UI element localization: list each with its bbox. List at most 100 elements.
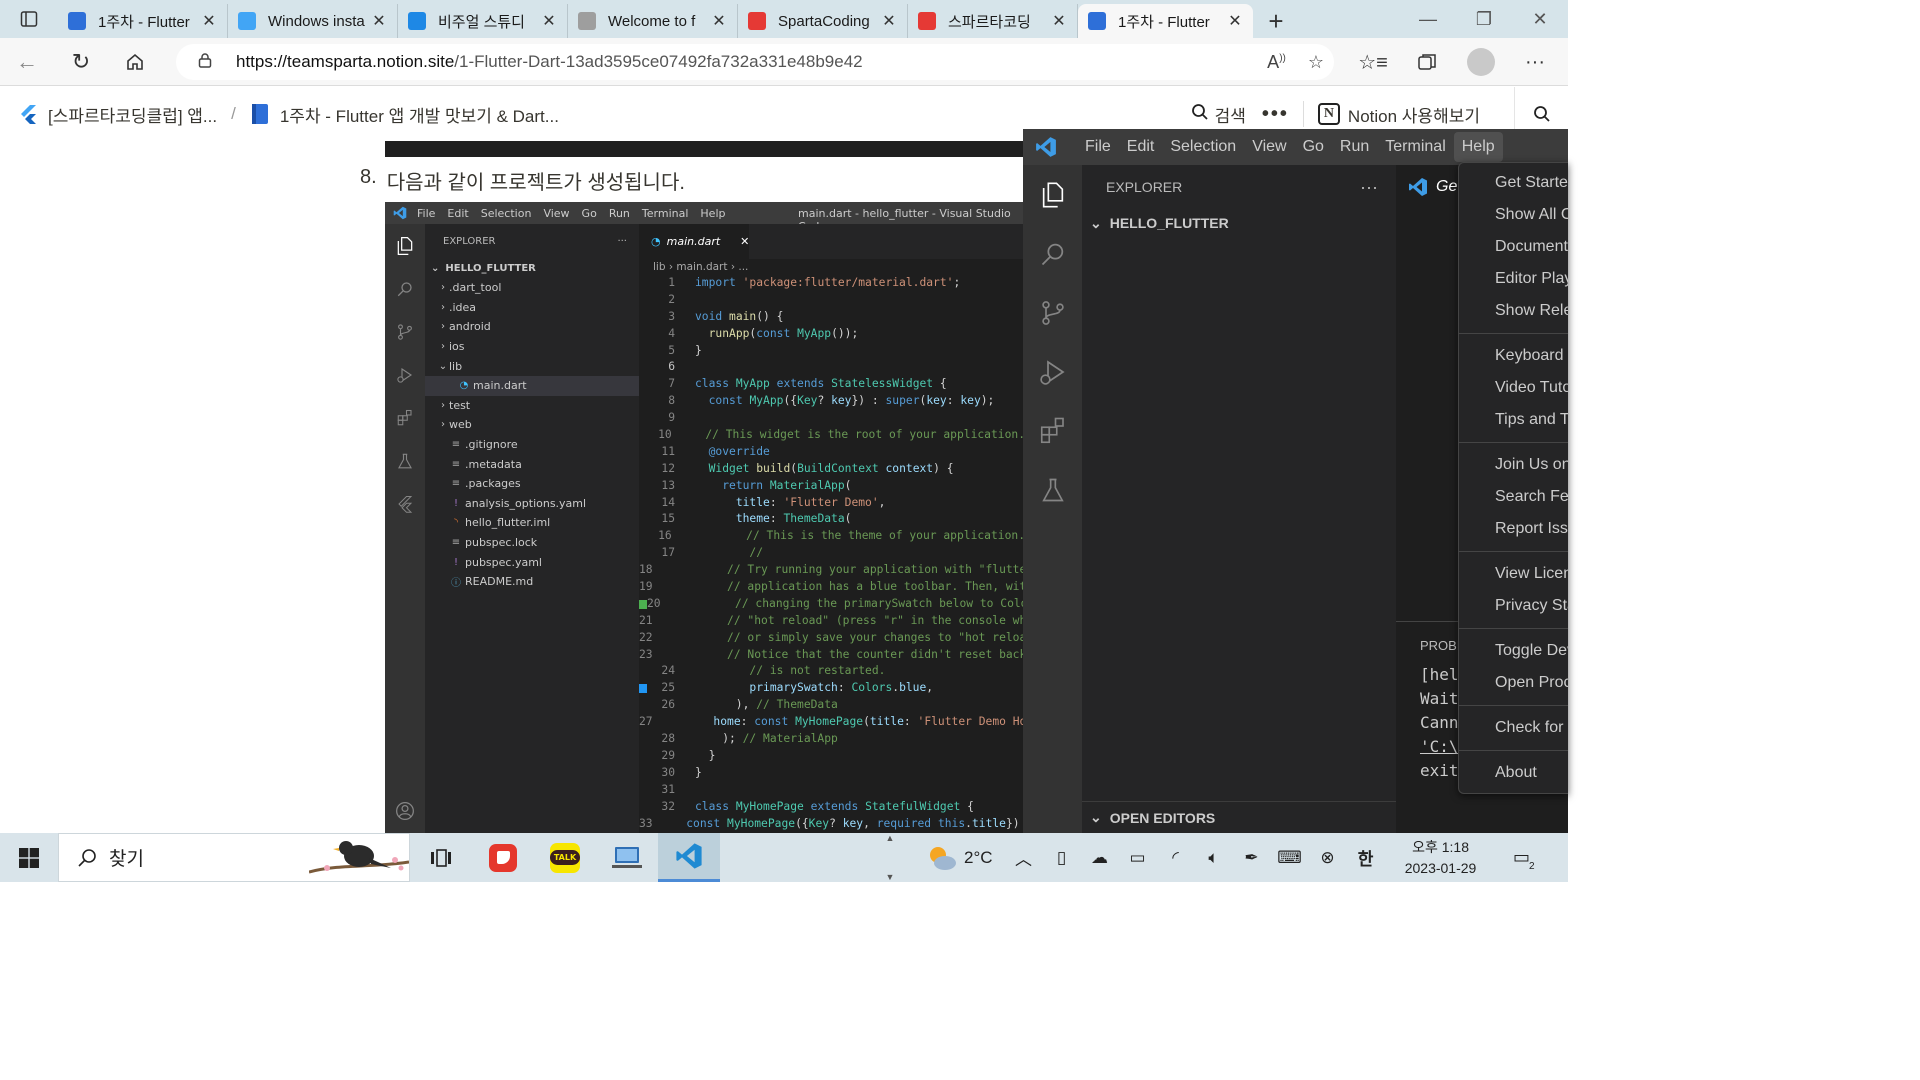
refresh-button[interactable]: ↻ bbox=[54, 38, 108, 86]
browser-tab[interactable]: Welcome to f ✕ bbox=[568, 4, 738, 38]
volume-button[interactable]: 🔈︎ bbox=[1195, 833, 1233, 882]
menu-help[interactable]: Help bbox=[1453, 132, 1503, 162]
taskbar-app-kakaotalk[interactable]: TALK bbox=[534, 833, 596, 882]
breadcrumb-item-2[interactable]: 1주차 - Flutter 앱 개발 맛보기 & Dart... bbox=[250, 102, 559, 127]
menu-run[interactable]: Run bbox=[1332, 132, 1377, 162]
tab-actions-button[interactable] bbox=[0, 0, 58, 38]
search-button[interactable] bbox=[1023, 224, 1082, 283]
help-menu-item[interactable]: View License bbox=[1459, 558, 1568, 590]
close-tab-icon[interactable]: ✕ bbox=[201, 11, 217, 31]
onedrive-button[interactable]: ☁ bbox=[1081, 833, 1119, 882]
network-button[interactable]: ◜ bbox=[1157, 833, 1195, 882]
breadcrumb-item-1[interactable]: [스파르타코딩클럽] 앱... bbox=[0, 102, 217, 127]
menu-selection[interactable]: Selection bbox=[1162, 132, 1244, 162]
taskbar-scroller[interactable]: ▲ ▼ bbox=[884, 833, 896, 882]
code-line: 4 runApp(const MyApp()); bbox=[639, 326, 1025, 343]
help-menu-item[interactable]: Documentation bbox=[1459, 231, 1568, 263]
run-debug-button[interactable] bbox=[1023, 342, 1082, 401]
project-folder-header[interactable]: ⌄ HELLO_FLUTTER bbox=[1082, 209, 1396, 237]
close-tab-icon[interactable]: ✕ bbox=[881, 11, 897, 31]
taskbar-search-box[interactable]: 찾기 bbox=[58, 833, 410, 882]
tree-item-label: .idea bbox=[449, 300, 477, 314]
help-menu-item[interactable]: Check for Updates... bbox=[1459, 712, 1568, 744]
tray-close-app-button[interactable]: ⊗ bbox=[1309, 833, 1347, 882]
help-menu-item[interactable]: Toggle Developer Tools bbox=[1459, 635, 1568, 667]
ime-button[interactable]: 한 bbox=[1347, 833, 1385, 882]
browser-tab[interactable]: 1주차 - Flutter ✕ bbox=[1078, 4, 1253, 38]
menu-edit[interactable]: Edit bbox=[1119, 132, 1163, 162]
help-menu-item[interactable]: Keyboard Shortcuts Reference bbox=[1459, 340, 1568, 372]
minimize-button[interactable]: — bbox=[1400, 0, 1456, 38]
address-bar[interactable]: https://teamsparta.notion.site/1-Flutter… bbox=[176, 44, 1334, 80]
show-hidden-icons-button[interactable]: ︿ bbox=[1005, 833, 1043, 882]
new-tab-button[interactable]: + bbox=[1253, 4, 1299, 38]
help-menu-item[interactable]: Show Release Notes bbox=[1459, 295, 1568, 327]
menu-terminal[interactable]: Terminal bbox=[1377, 132, 1453, 162]
help-menu-item[interactable]: Open Process Explorer bbox=[1459, 667, 1568, 699]
favorites-button[interactable]: ☆≡ bbox=[1346, 38, 1400, 86]
testing-button[interactable] bbox=[1023, 460, 1082, 519]
browser-tab[interactable]: 1주차 - Flutter ✕ bbox=[58, 4, 228, 38]
notion-search-button[interactable]: 검색 bbox=[1191, 102, 1246, 127]
notification-center-button[interactable]: ▭ 2 bbox=[1501, 833, 1543, 882]
gutter-marker bbox=[639, 731, 649, 748]
explorer-button[interactable] bbox=[1023, 165, 1082, 224]
project-name: HELLO_FLUTTER bbox=[1109, 215, 1229, 231]
help-menu-item[interactable]: About bbox=[1459, 757, 1568, 789]
help-menu-item[interactable]: Tips and Tricks bbox=[1459, 404, 1568, 436]
task-view-button[interactable] bbox=[410, 833, 472, 882]
line-number: 31 bbox=[661, 782, 675, 796]
taskbar-app-vscode[interactable] bbox=[658, 833, 720, 882]
close-tab-icon[interactable]: ✕ bbox=[371, 11, 387, 31]
keyboard-button[interactable]: ⌨ bbox=[1271, 833, 1309, 882]
add-favorite-icon[interactable]: ☆ bbox=[1308, 52, 1324, 73]
pen-button[interactable]: ✒ bbox=[1233, 833, 1271, 882]
gutter-marker bbox=[639, 697, 649, 714]
browser-tab[interactable]: 비주얼 스튜디 ✕ bbox=[398, 4, 568, 38]
extensions-button[interactable] bbox=[1023, 401, 1082, 460]
more-actions-icon[interactable]: ··· bbox=[1360, 177, 1378, 198]
line-number: 21 bbox=[639, 613, 653, 627]
help-menu-item[interactable]: Video Tutorials bbox=[1459, 372, 1568, 404]
close-tab-icon[interactable]: ✕ bbox=[541, 11, 557, 31]
back-button[interactable]: ← bbox=[0, 38, 54, 86]
close-tab-icon[interactable]: ✕ bbox=[1227, 11, 1243, 31]
tree-item-label: pubspec.yaml bbox=[465, 555, 542, 569]
settings-more-button[interactable]: ··· bbox=[1508, 38, 1562, 86]
try-notion-button[interactable]: N Notion 사용해보기 bbox=[1317, 102, 1480, 127]
more-options-button[interactable]: ••• bbox=[1262, 103, 1289, 126]
code-line: 5} bbox=[639, 343, 1025, 360]
help-menu-item[interactable]: Report Issue bbox=[1459, 513, 1568, 545]
help-menu-item[interactable]: Editor Playground bbox=[1459, 263, 1568, 295]
close-tab-icon[interactable]: ✕ bbox=[711, 11, 727, 31]
restore-button[interactable]: ❐ bbox=[1456, 0, 1512, 38]
read-aloud-icon[interactable]: A)) bbox=[1267, 52, 1286, 73]
tray-app-button[interactable]: ▯ bbox=[1043, 833, 1081, 882]
source-control-button[interactable] bbox=[1023, 283, 1082, 342]
taskbar-app-remote[interactable] bbox=[596, 833, 658, 882]
help-menu-item[interactable]: Privacy Statement bbox=[1459, 590, 1568, 622]
browser-tab[interactable]: Windows insta ✕ bbox=[228, 4, 398, 38]
close-tab-icon[interactable]: ✕ bbox=[1051, 11, 1067, 31]
browser-tab[interactable]: 스파르타코딩 ✕ bbox=[908, 4, 1078, 38]
open-editors-header[interactable]: ⌄ OPEN EDITORS bbox=[1082, 801, 1396, 833]
menu-go[interactable]: Go bbox=[1295, 132, 1332, 162]
weather-widget[interactable]: 2°C bbox=[926, 844, 993, 872]
menu-view[interactable]: View bbox=[1244, 132, 1294, 162]
help-menu-item[interactable]: Show All Commands bbox=[1459, 199, 1568, 231]
help-menu-item[interactable]: Get Started bbox=[1459, 167, 1568, 199]
collections-button[interactable] bbox=[1400, 38, 1454, 86]
taskbar-app-red[interactable] bbox=[472, 833, 534, 882]
start-button[interactable] bbox=[0, 833, 58, 882]
clock[interactable]: 오후 1:18 2023-01-29 bbox=[1393, 837, 1489, 879]
remote-desktop-icon bbox=[612, 846, 642, 868]
line-number: 23 bbox=[639, 647, 653, 661]
display-button[interactable]: ▭ bbox=[1119, 833, 1157, 882]
close-window-button[interactable]: ✕ bbox=[1512, 0, 1568, 38]
profile-avatar[interactable] bbox=[1467, 48, 1495, 76]
help-menu-item[interactable]: Join Us on YouTube bbox=[1459, 449, 1568, 481]
browser-tab[interactable]: SpartaCoding ✕ bbox=[738, 4, 908, 38]
home-button[interactable] bbox=[108, 38, 162, 86]
menu-file[interactable]: File bbox=[1077, 132, 1119, 162]
help-menu-item[interactable]: Search Feature Requests bbox=[1459, 481, 1568, 513]
